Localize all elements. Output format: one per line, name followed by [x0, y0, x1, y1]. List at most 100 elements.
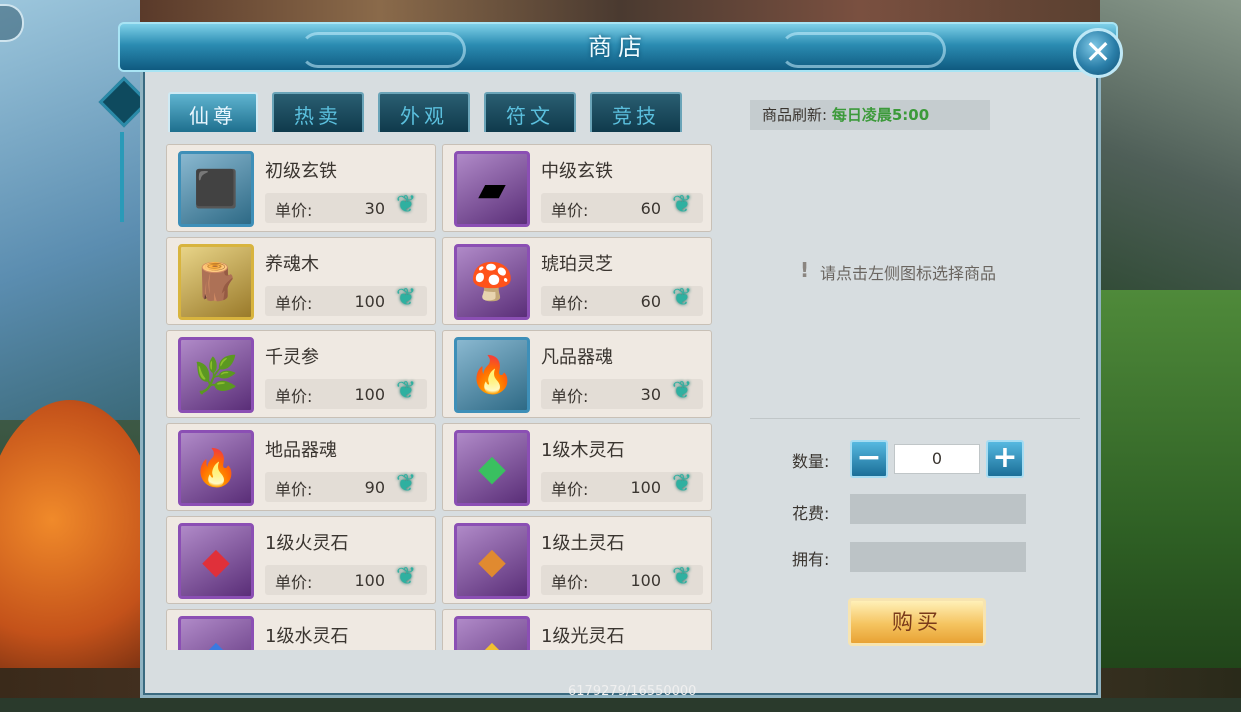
tab-xianzun[interactable]: 仙尊	[168, 92, 258, 132]
refresh-label: 商品刷新:	[762, 106, 828, 124]
select-item-hint: 请点击左侧图标选择商品	[820, 264, 997, 283]
shop-item[interactable]: 🔥 凡品器魂 单价: 30 ❦	[442, 330, 712, 418]
price-label: 单价:	[275, 294, 313, 313]
price-row: 单价: 100 ❦	[265, 562, 427, 595]
refresh-info: 商品刷新: 每日凌晨5:00	[750, 100, 990, 130]
jade-currency-icon: ❦	[671, 190, 693, 218]
tab-runes[interactable]: 符文	[484, 92, 576, 132]
item-name: 1级水灵石	[265, 626, 349, 647]
yellow-gem-icon: ◆	[454, 616, 530, 650]
shop-item[interactable]: ⬛ 初级玄铁 单价: 30 ❦	[166, 144, 436, 232]
owned-label: 拥有:	[792, 550, 830, 569]
iron-ingot-icon: ▰	[454, 151, 530, 227]
shop-item[interactable]: ◆ 1级光灵石	[442, 609, 712, 650]
purchase-panel: 商品刷新: 每日凌晨5:00 ! 请点击左侧图标选择商品 数量: − 0 + 花…	[728, 88, 1086, 668]
item-name: 1级土灵石	[541, 533, 625, 554]
price-value: 100	[630, 571, 661, 590]
price-row: 单价: 90 ❦	[265, 469, 427, 502]
jade-currency-icon: ❦	[671, 376, 693, 404]
shop-item[interactable]: ◆ 1级水灵石	[166, 609, 436, 650]
price-value: 100	[354, 292, 385, 311]
jade-currency-icon: ❦	[671, 469, 693, 497]
price-label: 单价:	[275, 480, 313, 499]
mushroom-icon: 🍄	[454, 244, 530, 320]
buy-button[interactable]: 购买	[848, 598, 986, 646]
price-label: 单价:	[551, 387, 589, 406]
price-label: 单价:	[551, 201, 589, 220]
iron-ore-icon: ⬛	[178, 151, 254, 227]
window-title: 商店	[588, 33, 648, 61]
price-value: 90	[364, 478, 385, 497]
quantity-plus-button[interactable]: +	[986, 440, 1024, 478]
blue-flame-icon: 🔥	[454, 337, 530, 413]
quantity-label: 数量:	[792, 452, 830, 471]
owned-field	[850, 542, 1026, 572]
shop-item[interactable]: ▰ 中级玄铁 单价: 60 ❦	[442, 144, 712, 232]
shop-item[interactable]: ◆ 1级土灵石 单价: 100 ❦	[442, 516, 712, 604]
price-label: 单价:	[551, 480, 589, 499]
shop-item[interactable]: 🌿 千灵参 单价: 100 ❦	[166, 330, 436, 418]
jade-currency-icon: ❦	[671, 562, 693, 590]
ginseng-icon: 🌿	[178, 337, 254, 413]
shop-item[interactable]: 🔥 地品器魂 单价: 90 ❦	[166, 423, 436, 511]
price-row: 单价: 100 ❦	[265, 283, 427, 316]
item-name: 中级玄铁	[541, 161, 613, 182]
shop-item[interactable]: 🪵 养魂木 单价: 100 ❦	[166, 237, 436, 325]
price-row: 单价: 60 ❦	[541, 283, 703, 316]
item-grid: ⬛ 初级玄铁 单价: 30 ❦ ▰ 中级玄铁 单价: 60 ❦ 🪵 养魂木 单价…	[166, 144, 714, 650]
quantity-minus-button[interactable]: −	[850, 440, 888, 478]
price-label: 单价:	[275, 387, 313, 406]
price-row: 单价: 100 ❦	[541, 562, 703, 595]
shop-item[interactable]: 🍄 琥珀灵芝 单价: 60 ❦	[442, 237, 712, 325]
exclamation-icon: !	[800, 258, 810, 282]
shop-item[interactable]: ◆ 1级火灵石 单价: 100 ❦	[166, 516, 436, 604]
price-row: 单价: 100 ❦	[541, 469, 703, 502]
tab-hot[interactable]: 热卖	[272, 92, 364, 132]
price-row: 单价: 60 ❦	[541, 190, 703, 223]
price-value: 60	[640, 292, 661, 311]
jade-currency-icon: ❦	[395, 469, 417, 497]
blue-gem-icon: ◆	[178, 616, 254, 650]
item-name: 1级光灵石	[541, 626, 625, 647]
cost-label: 花费:	[792, 504, 830, 523]
shop-tabs: 仙尊 热卖 外观 符文 竞技	[168, 92, 682, 132]
close-button[interactable]: ✕	[1073, 28, 1123, 78]
quantity-input[interactable]: 0	[894, 444, 980, 474]
shop-item[interactable]: ◆ 1级木灵石 单价: 100 ❦	[442, 423, 712, 511]
refresh-time: 每日凌晨5:00	[831, 106, 930, 124]
jade-currency-icon: ❦	[395, 190, 417, 218]
item-name: 千灵参	[265, 347, 319, 368]
jade-currency-icon: ❦	[395, 376, 417, 404]
jade-currency-icon: ❦	[395, 562, 417, 590]
price-value: 30	[640, 385, 661, 404]
item-name: 1级木灵石	[541, 440, 625, 461]
purple-flame-icon: 🔥	[178, 430, 254, 506]
wood-icon: 🪵	[178, 244, 254, 320]
orange-gem-icon: ◆	[454, 523, 530, 599]
price-row: 单价: 30 ❦	[265, 190, 427, 223]
price-value: 100	[354, 571, 385, 590]
price-label: 单价:	[551, 573, 589, 592]
exp-counter: 6179279/16550000	[568, 684, 697, 699]
price-label: 单价:	[551, 294, 589, 313]
item-name: 初级玄铁	[265, 161, 337, 182]
red-gem-icon: ◆	[178, 523, 254, 599]
item-name: 养魂木	[265, 254, 319, 275]
price-label: 单价:	[275, 573, 313, 592]
item-name: 琥珀灵芝	[541, 254, 613, 275]
item-name: 凡品器魂	[541, 347, 613, 368]
price-value: 30	[364, 199, 385, 218]
price-row: 单价: 30 ❦	[541, 376, 703, 409]
jade-currency-icon: ❦	[395, 283, 417, 311]
tab-arena[interactable]: 竞技	[590, 92, 682, 132]
item-name: 地品器魂	[265, 440, 337, 461]
green-gem-icon: ◆	[454, 430, 530, 506]
price-value: 100	[354, 385, 385, 404]
item-name: 1级火灵石	[265, 533, 349, 554]
tab-appearance[interactable]: 外观	[378, 92, 470, 132]
price-row: 单价: 100 ❦	[265, 376, 427, 409]
divider	[750, 418, 1080, 419]
price-value: 60	[640, 199, 661, 218]
price-value: 100	[630, 478, 661, 497]
price-label: 单价:	[275, 201, 313, 220]
